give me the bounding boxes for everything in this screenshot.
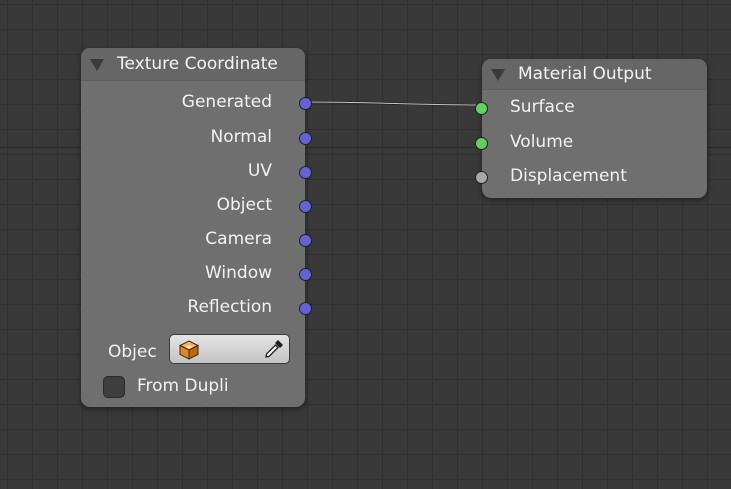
shader-socket-icon[interactable]: [475, 102, 488, 115]
object-selector-field[interactable]: [169, 334, 290, 364]
vector-socket-icon[interactable]: [299, 97, 312, 110]
socket-label: Surface: [510, 97, 575, 117]
from-dupli-label: From Dupli: [137, 376, 229, 396]
vector-socket-icon[interactable]: [299, 132, 312, 145]
output-socket-reflection: Reflection: [81, 293, 312, 323]
input-socket-volume: Volume: [475, 128, 707, 158]
node-header[interactable]: Texture Coordinate: [81, 48, 305, 81]
eyedropper-icon[interactable]: [263, 338, 285, 360]
output-socket-window: Window: [81, 259, 312, 289]
socket-label: UV: [247, 161, 272, 181]
cube-icon: [178, 340, 200, 360]
output-socket-normal: Normal: [81, 123, 312, 153]
socket-label: Reflection: [187, 297, 272, 317]
shader-socket-icon[interactable]: [475, 137, 488, 150]
vector-socket-icon[interactable]: [299, 302, 312, 315]
texture-coordinate-node[interactable]: Texture Coordinate Generated Normal UV O…: [81, 48, 312, 407]
node-title: Material Output: [518, 64, 652, 84]
material-output-node[interactable]: Material Output Surface Volume Displacem…: [475, 59, 707, 198]
object-field-label: Objec: [108, 342, 157, 362]
vector-socket-icon[interactable]: [299, 200, 312, 213]
node-title: Texture Coordinate: [117, 54, 278, 74]
output-socket-uv: UV: [81, 157, 312, 187]
collapse-triangle-icon[interactable]: [90, 59, 104, 71]
from-dupli-checkbox[interactable]: [103, 376, 125, 398]
socket-label: Normal: [210, 127, 272, 147]
socket-label: Object: [216, 195, 272, 215]
socket-label: Volume: [510, 132, 574, 152]
vector-socket-icon[interactable]: [299, 234, 312, 247]
output-socket-object: Object: [81, 191, 312, 221]
socket-label: Generated: [181, 92, 272, 112]
socket-label: Camera: [205, 229, 272, 249]
value-socket-icon[interactable]: [475, 171, 488, 184]
node-header[interactable]: Material Output: [482, 59, 707, 90]
vector-socket-icon[interactable]: [299, 268, 312, 281]
output-socket-generated: Generated: [81, 88, 312, 118]
vector-socket-icon[interactable]: [299, 166, 312, 179]
collapse-triangle-icon[interactable]: [491, 69, 505, 81]
input-socket-surface: Surface: [475, 93, 707, 123]
socket-label: Window: [204, 263, 272, 283]
output-socket-camera: Camera: [81, 225, 312, 255]
input-socket-displacement: Displacement: [475, 162, 707, 192]
socket-label: Displacement: [510, 166, 627, 186]
